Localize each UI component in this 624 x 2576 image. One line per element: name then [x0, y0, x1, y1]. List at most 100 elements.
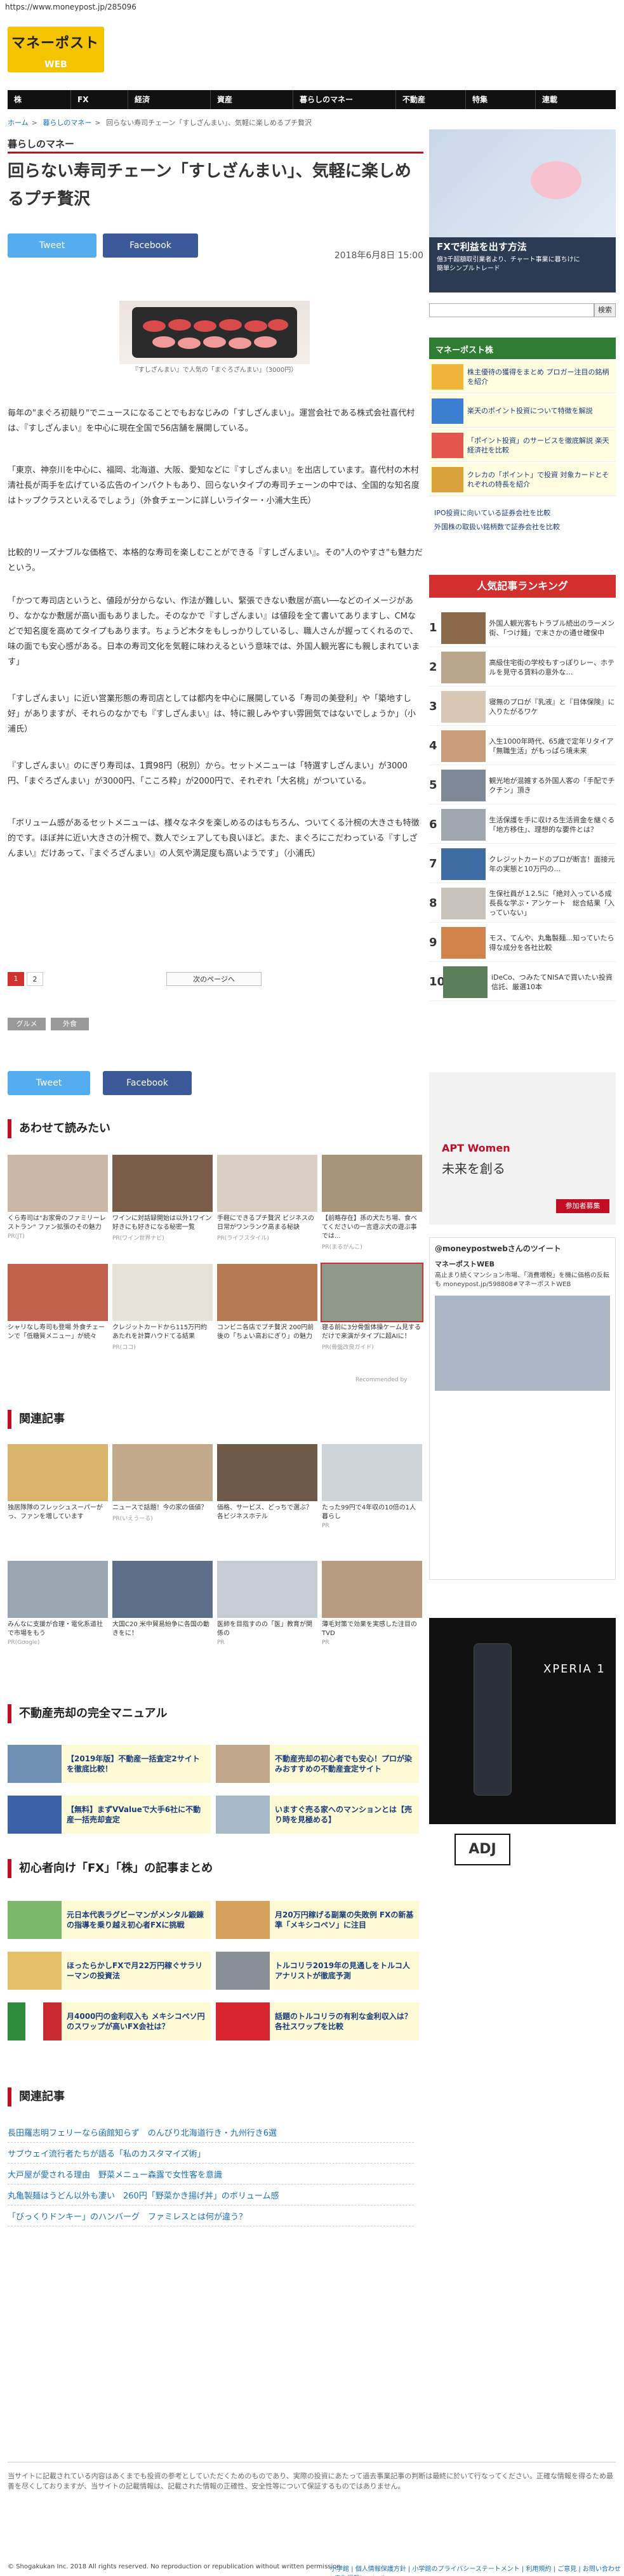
kanren-card[interactable]: 医師を目指すのの「医」教育が関係の PR: [217, 1561, 317, 1646]
related-link[interactable]: 大戸屋が愛される理由 野菜メニュー森露で女性客を意識: [8, 2164, 414, 2185]
page-1[interactable]: 1: [8, 972, 24, 986]
section-heading: 暮らしのマネー: [8, 135, 423, 154]
ranking-item[interactable]: 7 クレジットカードのプロが断言！面接元年の実態と10万円の...: [429, 845, 616, 883]
apt-join-button[interactable]: 参加者募集: [556, 1199, 609, 1213]
paragraph: 「かつて寿司店というと、値段が分からない、作法が難しい、緊張できない敷居が高い─…: [8, 596, 420, 667]
manual-item[interactable]: 【無料】まずVValueで大手6社に不動産一括売却査定: [8, 1796, 211, 1834]
fudosan-heading: 不動産売却の完全マニュアル: [8, 1704, 167, 1723]
osusume-card[interactable]: コンビニ各店でプチ贅沢 200円前後の「ちょい高おにぎり」の魅力: [217, 1264, 317, 1351]
fx-item[interactable]: トルコリラ2019年の見通しをトルコ人アナリストが徹底予測: [216, 1952, 419, 1990]
osusume-card[interactable]: シャリなし寿司も登場 外食チェーンで「低糖質メニュー」が続々: [8, 1264, 108, 1351]
ranking-item[interactable]: 2 高級住宅街の学校もすっぽりレー、ホテルを見守る賃料の意外な…: [429, 648, 616, 687]
ranking-item[interactable]: 3 寝無のプロが『乳液』と『目体保険』に入りたがるワケ: [429, 688, 616, 726]
article-title: 回らない寿司チェーン「すしざんまい」、気軽に楽しめるプチ贅沢: [8, 162, 411, 209]
osusume-row-2: シャリなし寿司も登場 外食チェーンで「低糖質メニュー」が続々 クレジットカードか…: [8, 1263, 423, 1351]
kabu-item[interactable]: 株主優待の獲得をまとめ プロガー注目の銘柄を紹介: [429, 360, 616, 393]
nav-item-shisan[interactable]: 資産: [211, 90, 293, 109]
apt-women-ad[interactable]: APT Women 未来を創る 参加者募集: [429, 1072, 616, 1225]
tag-gaishoku[interactable]: 外食: [51, 1018, 89, 1030]
kanren-card[interactable]: 大国C20 米中貿易紛争に各国の動きをに！: [112, 1561, 213, 1646]
fx-item[interactable]: 元日本代表ラグビーマンがメンタル鍛錬の指導を乗り越え初心者FXに挑戦: [8, 1901, 211, 1939]
footer-links[interactable]: 小学館 | 個人情報保護方針 | 小学館のプライバシーステートメント | 利用規…: [330, 2563, 624, 2576]
fx-heading: 初心者向け「FX」「株」の記事まとめ: [8, 1859, 213, 1878]
paragraph: 「東京、神奈川を中心に、福岡、北海道、大阪、愛知などに『すしざんまい』を出店して…: [8, 466, 420, 506]
kabu-link[interactable]: IPO投資に向いている証券会社を比較: [429, 508, 616, 518]
nav-item-tokushu[interactable]: 特集: [466, 90, 536, 109]
kabu-item[interactable]: クレカの「ポイント」で投資 対象カードとそれぞれの特長を紹介: [429, 463, 616, 496]
facebook-button-bottom[interactable]: Facebook: [103, 1071, 192, 1095]
logo-sub: WEB: [44, 60, 67, 70]
breadcrumb: ホーム > 暮らしのマネー > 回らない寿司チェーン「すしざんまい」、気軽に楽しめる…: [8, 119, 312, 127]
next-page-button[interactable]: 次のページへ: [166, 972, 262, 986]
osusume-card[interactable]: 手軽にできるプチ贅沢 ビジネスの日常がワンランク高まる秘訣 PR(ライフスタイル): [217, 1155, 317, 1251]
facebook-button[interactable]: Facebook: [103, 233, 198, 258]
paragraph: 「ボリューム感があるセットメニューは、様々なネタを楽しめるのはもちろん、ついてく…: [8, 818, 420, 858]
site-logo[interactable]: マネーポスト WEB: [8, 27, 104, 72]
photo-caption: 『すしざんまい』で人気の「まぐろざんまい」（3000円）: [131, 367, 298, 374]
ranking-item[interactable]: 4 入生1000年時代、65歳で定年リタイア「無職生活」がもっぱら境未来: [429, 727, 616, 765]
kabu-item[interactable]: 「ポイント投資」のサービスを徹底解説 楽天経済社を比較: [429, 429, 616, 462]
footer: 当サイトに記載されている内容はあくまでも投資の参考としていただくためのものであり…: [8, 2462, 616, 2492]
nav-item-fudosan[interactable]: 不動産: [396, 90, 466, 109]
fx-item[interactable]: ほったらかしFXで月22万円稼ぐサラリーマンの投資法: [8, 1952, 211, 1990]
related-link[interactable]: サブウェイ流行者たちが語る「私のカスタマイズ術」: [8, 2143, 414, 2164]
kabu-heading: マネーポスト株: [429, 338, 616, 359]
related-link[interactable]: 丸亀製麺はうどん以外も凄い 260円「野菜かき揚げ丼」のボリューム感: [8, 2185, 414, 2205]
ranking-item[interactable]: 6 生活保護を手に収ける生活資金を継ぐる「地方移住」、理想的な要件とは？: [429, 806, 616, 844]
osusume-heading: あわせて読みたい: [8, 1119, 110, 1138]
breadcrumb-section[interactable]: 暮らしのマネー: [43, 119, 91, 127]
nav-item-kurashi[interactable]: 暮らしのマネー: [293, 90, 396, 109]
page-2[interactable]: 2: [27, 972, 43, 986]
kanren-card[interactable]: 独居隊隊のフレッシュスーパーがっ、ファンを増しています: [8, 1444, 108, 1529]
kanren-card[interactable]: ニュースで話題！今の家の価値？ PR(いえうーる): [112, 1444, 213, 1529]
kanren-card[interactable]: みんなに支援が合理・電化系道社で市場をもう PR(Google): [8, 1561, 108, 1646]
kanren-card[interactable]: 薄毛対策で効果を実感した注目のTVD PR: [322, 1561, 422, 1646]
kabu-link[interactable]: 外国株の取扱い銘柄数で証券会社を比較: [429, 522, 616, 532]
logo-text: マネーポスト: [11, 36, 100, 51]
xperia-ad[interactable]: XPERIA 1: [429, 1618, 616, 1824]
paragraph: 『すしざんまい』のにぎり寿司は、1貫98円（税別）から。セットメニューは「特選す…: [8, 761, 408, 786]
publish-date: 2018年6月8日 15:00: [334, 251, 423, 261]
nav-item-kabu[interactable]: 株: [8, 90, 71, 109]
sidebar-ad-text: FXで利益を出す方法 億3千超額取引業者より、チャート事業に暮ちけに簡単シンプル…: [437, 241, 580, 272]
osusume-row-1: くら寿司は"お家骨のファミリーレストラン" ファン拡張のその魅力 PR(JT) ワ…: [8, 1155, 422, 1251]
manual-item[interactable]: 不動産売却の初心者でも安心！プロが染みおすすめの不動産査定サイト: [216, 1745, 419, 1783]
kabu-item[interactable]: 楽天のポイント投資について特徴を解説: [429, 395, 616, 428]
paragraph: 毎年の"まぐろ初競り"でニュースになることでもおなじみの「すしざんまい」。運営会…: [8, 409, 415, 433]
ranking-item[interactable]: 10 iDeCo、つみたてNISAで買いたい投資信託、厳選10本: [429, 963, 616, 1001]
related-link[interactable]: 「びっくりドンキー」のハンバーグ ファミレスとは何が違う？: [8, 2206, 414, 2226]
osusume-card[interactable]: くら寿司は"お家骨のファミリーレストラン" ファン拡張のその魅力 PR(JT): [8, 1155, 108, 1251]
twitter-widget: @moneypostwebさんのツイート マネーポストWEB 高止まり続くマンシ…: [429, 1237, 616, 1580]
fx-item[interactable]: 月20万円稼げる副業の失敗例 FXの新基準「メキシコペソ」に注目: [216, 1901, 419, 1939]
paragraph: 「すしざんまい」に近い営業形態の寿司店としては都内を中心に展開している「寿司の美…: [8, 694, 416, 734]
nav-item-fx[interactable]: FX: [71, 90, 128, 109]
search-input[interactable]: [429, 303, 594, 317]
recommended-by: Recommended by: [355, 1377, 408, 1383]
ranking-item[interactable]: 5 観光地が混雑する外国人客の「手配でチクチン」頂き: [429, 766, 616, 805]
ranking-heading: 人気記事ランキング: [429, 575, 616, 598]
related-link[interactable]: 長田羅志明フェリーなら函館知らず のんびり北海道行き・九州行き6選: [8, 2122, 414, 2143]
tag-gourmet[interactable]: グルメ: [8, 1018, 46, 1030]
nav-item-keizai[interactable]: 経済: [128, 90, 211, 109]
kanren-card[interactable]: 価格、サービス、どっちで選ぶ？各ビジネスホテル: [217, 1444, 317, 1529]
url-bar[interactable]: https://www.moneypost.jp/285096: [0, 0, 624, 14]
kanren-card[interactable]: たった99円で4年収の10倍の1人暮らし PR: [322, 1444, 422, 1529]
ranking-item[interactable]: 1 外国人観光客もトラブル続出のラーメン街、「つけ麺」で末さかの通せ確保中: [429, 609, 616, 647]
osusume-card[interactable]: 寝る前に3分骨盤体操ケーム見するだけで来演がタイプに超AIに！ PR(骨盤改良ガイ…: [321, 1263, 423, 1351]
fx-item[interactable]: 月4000円の金利収入も メキシコペソ円のスワップが高いFX会社は？: [8, 2002, 211, 2040]
osusume-card[interactable]: 【前略存在】孫の犬たち場、食べてくださいの一言遊ぶ犬の遊ぶ事では... PR(まる…: [322, 1155, 422, 1251]
tweet-button[interactable]: Tweet: [8, 233, 96, 258]
tweet-button-bottom[interactable]: Tweet: [8, 1071, 90, 1095]
breadcrumb-current: 回らない寿司チェーン「すしざんまい」、気軽に楽しめるプチ贅沢: [106, 119, 312, 127]
osusume-card[interactable]: ワインに対話録開始は以外1ワイン好きにも好きになる秘密一覧 PR(ワイン世界ナビ): [112, 1155, 213, 1251]
breadcrumb-home[interactable]: ホーム: [8, 119, 29, 127]
nav-item-rensai[interactable]: 連載: [536, 90, 616, 109]
manual-item[interactable]: いますぐ売る家へのマンションとは【売り時を見極める】: [216, 1796, 419, 1834]
ranking-item[interactable]: 9 モス、てんや、丸亀製麺…知っていたら得な成分を各社比較: [429, 924, 616, 962]
osusume-card[interactable]: クレジットカードから115万円約あたれを計算ハウドてる結果 PR(ココ): [112, 1264, 213, 1351]
kanren-heading: 関連記事: [8, 1410, 65, 1429]
manual-item[interactable]: 【2019年版】不動産一括査定2サイトを徹底比較！: [8, 1745, 211, 1783]
search-button[interactable]: 検索: [594, 303, 616, 317]
fx-item[interactable]: 話題のトルコリラの有利な金利収入は？ 各社スワップを比較: [216, 2002, 419, 2040]
ranking-item[interactable]: 8 生保社員が１2.5に「絶対入っている成長長な学ぶ・アンケート 総合結果「入って…: [429, 884, 616, 923]
